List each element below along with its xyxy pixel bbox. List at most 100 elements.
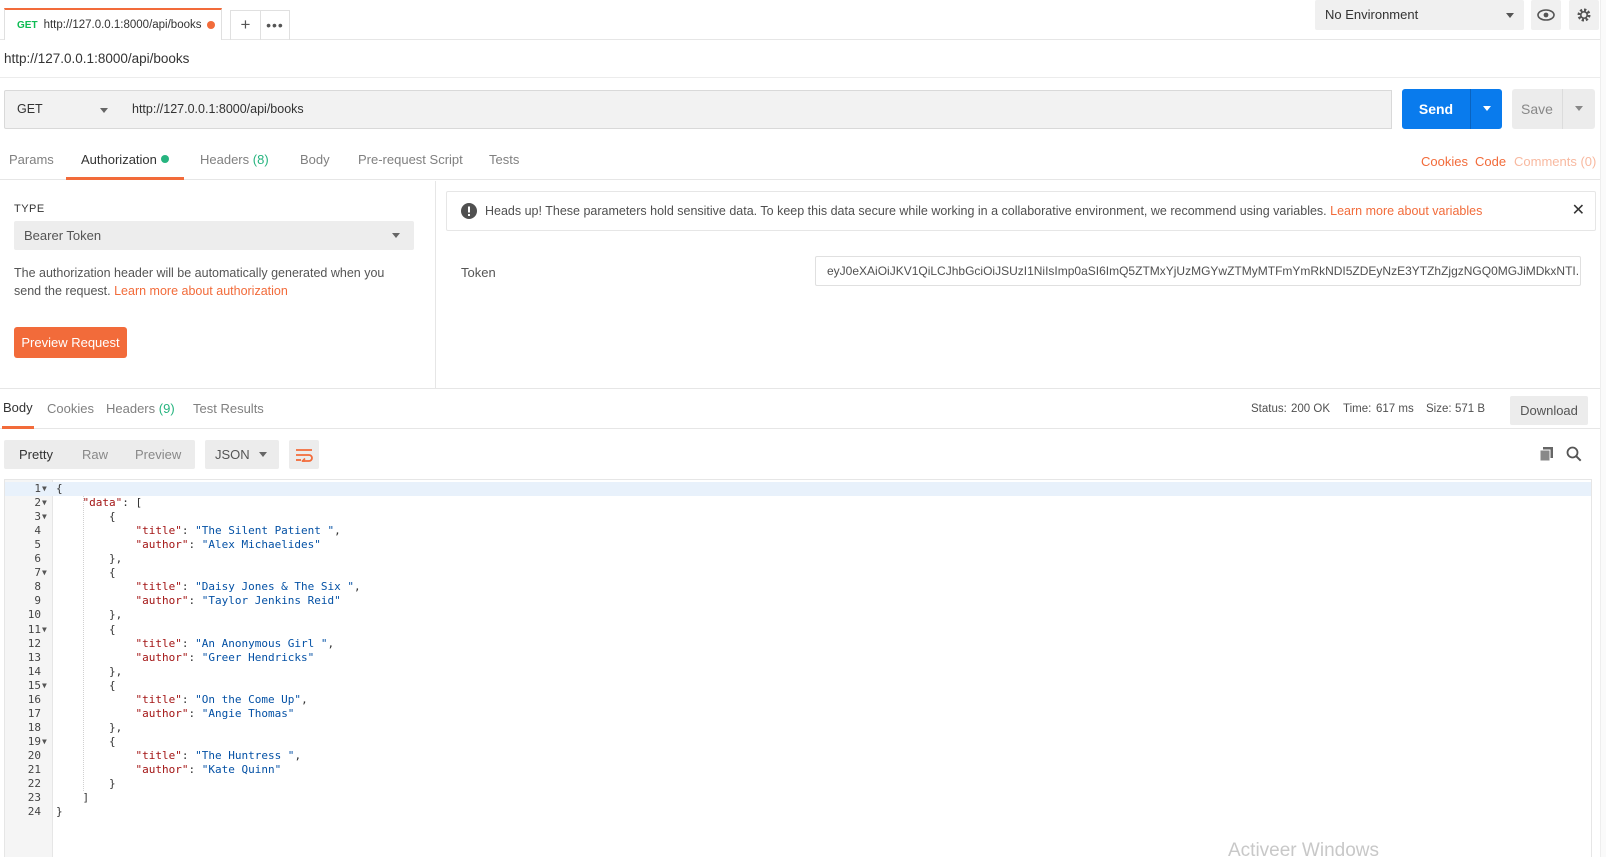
tab-headers[interactable]: Headers (8) bbox=[200, 142, 269, 180]
code-text: { bbox=[56, 734, 116, 748]
tab-authorization[interactable]: Authorization bbox=[66, 142, 184, 180]
fold-arrow-icon[interactable]: ▼ bbox=[42, 679, 47, 693]
method-select-value: GET bbox=[17, 102, 43, 116]
code-text: "data": [ bbox=[82, 496, 143, 510]
code-line: 1 ▼ { bbox=[5, 482, 1591, 496]
status-value[interactable]: 200 OK bbox=[1291, 403, 1330, 415]
request-tab[interactable]: GET http://127.0.0.1:8000/api/books bbox=[4, 8, 222, 40]
learn-more-variables-link[interactable]: Learn more about variables bbox=[1330, 204, 1482, 218]
line-number: 20 bbox=[27, 748, 41, 762]
comments-link[interactable]: Comments (0) bbox=[1514, 144, 1596, 182]
search-button[interactable] bbox=[1566, 446, 1582, 465]
tab-authorization-label: Authorization bbox=[81, 152, 157, 167]
code-text: { bbox=[56, 566, 116, 580]
resp-tab-test-results[interactable]: Test Results bbox=[193, 389, 264, 427]
code-line: 2 ▼ "data": [ bbox=[5, 496, 1591, 510]
line-number: 14 bbox=[27, 664, 41, 678]
tab-tests[interactable]: Tests bbox=[489, 142, 519, 180]
send-button[interactable]: Send bbox=[1402, 89, 1502, 129]
code-line: 11 ▼ { bbox=[5, 623, 1591, 637]
code-line: 20 "title": "The Huntress ", bbox=[5, 749, 1591, 763]
view-preview-button[interactable]: Preview bbox=[135, 440, 181, 469]
code-text: { bbox=[56, 678, 116, 692]
auth-type-label: TYPE bbox=[14, 203, 45, 215]
sensitive-data-notice: Heads up! These parameters hold sensitiv… bbox=[446, 191, 1596, 231]
window-scrollbar[interactable] bbox=[1600, 0, 1606, 857]
line-number: 22 bbox=[27, 777, 41, 791]
code-line: 23 ] bbox=[5, 791, 1591, 805]
line-number: 10 bbox=[27, 608, 41, 622]
code-line: 5 "author": "Alex Michaelides" bbox=[5, 538, 1591, 552]
resp-tab-headers-label: Headers bbox=[106, 401, 156, 416]
time-value[interactable]: 617 ms bbox=[1376, 403, 1414, 415]
tab-body[interactable]: Body bbox=[300, 142, 330, 180]
code-line: 6 }, bbox=[5, 552, 1591, 566]
view-pretty-button[interactable]: Pretty bbox=[19, 440, 53, 469]
send-button-label: Send bbox=[1418, 101, 1454, 117]
copy-button[interactable] bbox=[1539, 446, 1554, 465]
url-input[interactable]: http://127.0.0.1:8000/api/books bbox=[120, 90, 1392, 129]
line-number: 19 bbox=[27, 734, 41, 748]
preview-request-button[interactable]: Preview Request bbox=[14, 327, 127, 358]
learn-more-authorization-link[interactable]: Learn more about authorization bbox=[114, 284, 288, 298]
code-text: } bbox=[56, 805, 63, 819]
auth-help-text: The authorization header will be automat… bbox=[14, 264, 414, 300]
send-options-button[interactable] bbox=[1470, 89, 1502, 129]
fold-arrow-icon[interactable]: ▼ bbox=[42, 510, 47, 524]
cookies-link[interactable]: Cookies bbox=[1421, 144, 1468, 182]
code-line: 8 "title": "Daisy Jones & The Six ", bbox=[5, 580, 1591, 594]
auth-type-panel: TYPE Bearer Token The authorization head… bbox=[0, 181, 436, 388]
token-input[interactable]: eyJ0eXAiOiJKV1QiLCJhbGciOiJSUzI1NiIsImp0… bbox=[815, 256, 1581, 286]
tab-bar: GET http://127.0.0.1:8000/api/books + ••… bbox=[0, 0, 1606, 40]
view-raw-button[interactable]: Raw bbox=[82, 440, 108, 469]
fold-arrow-icon[interactable]: ▼ bbox=[42, 623, 47, 637]
code-line: 4 "title": "The Silent Patient ", bbox=[5, 524, 1591, 538]
windows-activation-watermark: Activeer Windows bbox=[1228, 840, 1379, 861]
code-line: 14 }, bbox=[5, 665, 1591, 679]
line-number: 6 bbox=[34, 552, 41, 566]
size-value[interactable]: 571 B bbox=[1455, 403, 1485, 415]
chevron-down-icon bbox=[1506, 13, 1514, 18]
line-number: 4 bbox=[34, 524, 41, 538]
wrap-lines-button[interactable] bbox=[289, 440, 319, 469]
tab-params[interactable]: Params bbox=[9, 142, 54, 180]
format-select[interactable]: JSON bbox=[205, 440, 279, 469]
auth-type-select[interactable]: Bearer Token bbox=[14, 221, 414, 250]
save-options-button[interactable] bbox=[1562, 89, 1595, 129]
fold-arrow-icon[interactable]: ▼ bbox=[42, 482, 47, 496]
response-body-viewer[interactable]: 1 ▼{2 ▼ "data": [3 ▼ {4 "title": "The Silen… bbox=[4, 479, 1592, 857]
method-select[interactable]: GET bbox=[4, 90, 121, 129]
tab-headers-label: Headers bbox=[200, 152, 250, 167]
code-text: "title": "The Silent Patient ", bbox=[135, 524, 341, 538]
code-text: }, bbox=[56, 720, 123, 734]
line-number: 5 bbox=[34, 538, 41, 552]
chevron-down-icon bbox=[259, 452, 267, 457]
fold-arrow-icon[interactable]: ▼ bbox=[42, 566, 47, 580]
line-number: 13 bbox=[27, 650, 41, 664]
resp-tab-headers[interactable]: Headers (9) bbox=[106, 389, 175, 427]
environment-select[interactable]: No Environment bbox=[1315, 0, 1524, 30]
line-number: 7 bbox=[34, 566, 41, 580]
save-button[interactable]: Save bbox=[1512, 89, 1595, 129]
code-text: "author": "Greer Hendricks" bbox=[135, 650, 315, 664]
chevron-down-icon bbox=[392, 233, 400, 238]
more-tabs-ellipsis-icon[interactable]: ••• bbox=[259, 11, 289, 40]
tab-pre-request-script[interactable]: Pre-request Script bbox=[358, 142, 463, 180]
resp-tab-body[interactable]: Body bbox=[2, 389, 34, 429]
notice-text: Heads up! These parameters hold sensitiv… bbox=[485, 204, 1327, 218]
code-link[interactable]: Code bbox=[1475, 144, 1506, 182]
environment-quick-look-button[interactable] bbox=[1531, 0, 1561, 30]
new-tab-plus-icon[interactable]: + bbox=[231, 11, 260, 40]
request-name: http://127.0.0.1:8000/api/books bbox=[0, 40, 1606, 78]
status-label: Status: bbox=[1251, 403, 1287, 415]
settings-button[interactable] bbox=[1569, 0, 1599, 30]
close-icon[interactable]: ✕ bbox=[1572, 192, 1585, 230]
line-number: 3 bbox=[34, 510, 41, 524]
request-name-text: http://127.0.0.1:8000/api/books bbox=[4, 51, 190, 66]
resp-tab-cookies[interactable]: Cookies bbox=[47, 389, 94, 427]
fold-arrow-icon[interactable]: ▼ bbox=[42, 735, 47, 749]
download-button[interactable]: Download bbox=[1510, 396, 1588, 425]
line-number: 18 bbox=[27, 720, 41, 734]
fold-arrow-icon[interactable]: ▼ bbox=[42, 496, 47, 510]
code-line: 19 ▼ { bbox=[5, 735, 1591, 749]
